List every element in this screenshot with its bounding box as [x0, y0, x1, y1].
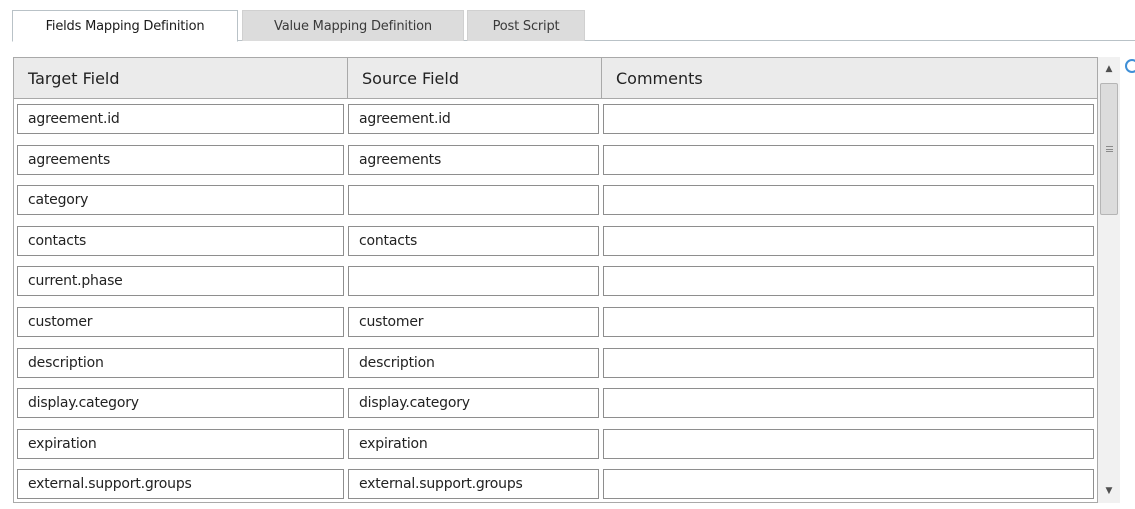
add-circle-icon[interactable]	[1125, 59, 1135, 73]
table-row: contacts contacts	[14, 221, 1097, 262]
grip-lines-icon	[1105, 146, 1113, 152]
grid-header: Target Field Source Field Comments	[14, 58, 1097, 99]
table-row: agreements agreements	[14, 140, 1097, 181]
vertical-scrollbar[interactable]: ▲ ▼	[1098, 57, 1120, 503]
source-field-input[interactable]: description	[348, 347, 599, 378]
triangle-down-icon[interactable]: ▼	[1098, 479, 1120, 503]
source-field-input[interactable]: customer	[348, 306, 599, 337]
source-field-input[interactable]	[348, 266, 599, 297]
comments-input[interactable]	[603, 388, 1094, 419]
source-field-input[interactable]: contacts	[348, 225, 599, 256]
target-field-input[interactable]: contacts	[17, 225, 344, 256]
source-field-input[interactable]: external.support.groups	[348, 469, 599, 500]
comments-input[interactable]	[603, 185, 1094, 216]
comments-input[interactable]	[603, 225, 1094, 256]
comments-input[interactable]	[603, 144, 1094, 175]
target-field-input[interactable]: expiration	[17, 428, 344, 459]
tab-value-mapping-definition[interactable]: Value Mapping Definition	[242, 10, 464, 41]
grid-rows: agreement.id agreement.id agreements agr…	[14, 99, 1097, 502]
comments-input[interactable]	[603, 428, 1094, 459]
source-field-input[interactable]: agreements	[348, 144, 599, 175]
comments-input[interactable]	[603, 104, 1094, 134]
column-header-comments[interactable]: Comments	[602, 58, 1097, 98]
comments-input[interactable]	[603, 306, 1094, 337]
target-field-input[interactable]: current.phase	[17, 266, 344, 297]
table-row: customer customer	[14, 302, 1097, 343]
triangle-up-icon[interactable]: ▲	[1098, 57, 1120, 81]
target-field-input[interactable]: customer	[17, 306, 344, 337]
comments-input[interactable]	[603, 469, 1094, 500]
target-field-input[interactable]: agreement.id	[17, 104, 344, 134]
table-row: category	[14, 180, 1097, 221]
target-field-input[interactable]: agreements	[17, 144, 344, 175]
table-row: external.support.groups external.support…	[14, 464, 1097, 502]
source-field-input[interactable]: expiration	[348, 428, 599, 459]
tab-strip: Fields Mapping Definition Value Mapping …	[0, 0, 1135, 42]
fields-mapping-grid: Target Field Source Field Comments agree…	[13, 57, 1098, 503]
table-row: agreement.id agreement.id	[14, 99, 1097, 140]
column-header-source-field[interactable]: Source Field	[348, 58, 602, 98]
source-field-input[interactable]: display.category	[348, 388, 599, 419]
table-row: current.phase	[14, 261, 1097, 302]
target-field-input[interactable]: description	[17, 347, 344, 378]
table-row: display.category display.category	[14, 383, 1097, 424]
comments-input[interactable]	[603, 347, 1094, 378]
target-field-input[interactable]: display.category	[17, 388, 344, 419]
table-row: expiration expiration	[14, 424, 1097, 465]
mapping-editor: Fields Mapping Definition Value Mapping …	[0, 0, 1135, 509]
table-row: description description	[14, 343, 1097, 384]
target-field-input[interactable]: external.support.groups	[17, 469, 344, 500]
column-header-target-field[interactable]: Target Field	[14, 58, 348, 98]
scrollbar-thumb[interactable]	[1100, 83, 1118, 215]
source-field-input[interactable]: agreement.id	[348, 104, 599, 134]
target-field-input[interactable]: category	[17, 185, 344, 216]
tab-fields-mapping-definition[interactable]: Fields Mapping Definition	[12, 10, 238, 42]
source-field-input[interactable]	[348, 185, 599, 216]
tab-post-script[interactable]: Post Script	[467, 10, 585, 41]
comments-input[interactable]	[603, 266, 1094, 297]
